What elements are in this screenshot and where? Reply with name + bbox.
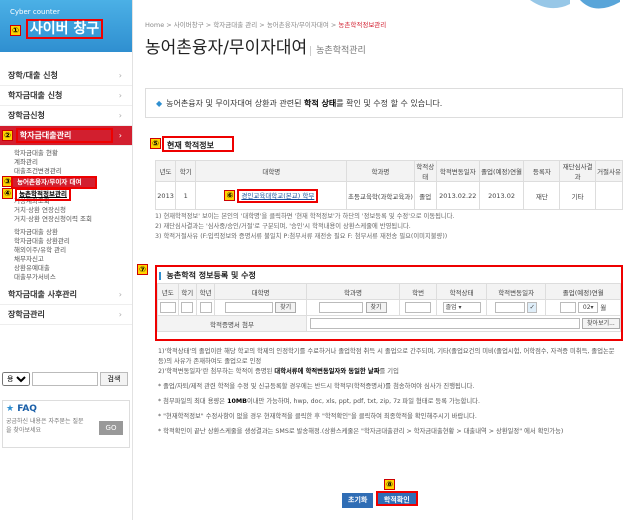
submenu-item[interactable]: 거치·상환 연장신청이력 조회 xyxy=(14,215,132,224)
search-button[interactable]: 검색 xyxy=(100,372,128,386)
registration-section: 농촌학적 정보등록 및 수정 년도 학기 학년 대학명 학과명 학번 학적상태 … xyxy=(155,265,623,341)
confirm-academic-button[interactable]: 학적확인 xyxy=(375,491,418,506)
note-line: * 학적확인이 끝난 상환스케줄을 생성결과는 SMS로 발송해정.(상환스케줄… xyxy=(158,428,564,435)
term-search: 용어 검색 xyxy=(2,372,130,388)
grade-input[interactable] xyxy=(199,302,212,313)
sidebar: Cyber counter ① 사이버 창구 장학/대출 신청 › 학자금대출 신… xyxy=(0,0,133,520)
brand-banner: Cyber counter ① 사이버 창구 xyxy=(0,0,132,52)
submenu-item[interactable]: 학자금대출 상환 xyxy=(14,228,132,237)
chevron-down-icon: ▾ xyxy=(458,304,462,311)
star-icon: ★ xyxy=(6,404,15,414)
breadcrumb-item[interactable]: Home xyxy=(145,21,164,29)
submenu-item[interactable]: 거치·상환 연장신청 xyxy=(14,206,132,215)
faq-go-button[interactable]: GO xyxy=(99,421,123,435)
marker-5: ⑤ xyxy=(150,138,161,149)
note-line: * 졸업/자퇴/제적 관련 학적을 수정 및 신규등록할 경우에는 반드시 학적… xyxy=(158,383,475,390)
brand-title: ① 사이버 창구 xyxy=(10,18,122,39)
breadcrumb: Home > 사이버창구 > 학자금대출 관리 > 농어촌융자/무이자대여 > … xyxy=(145,21,387,29)
current-info-table: 년도 학기 대학명 학과명 학적상태 학적변동일자 졸업(예정)연월 등록자 재… xyxy=(154,160,623,210)
page-subtitle: 농촌학적관리 xyxy=(310,46,366,56)
university-link[interactable]: 경인교육대학교(본교) 학부 xyxy=(237,189,319,203)
nav-post-loan[interactable]: 학자금대출 사후관리 › xyxy=(0,285,132,305)
table-row[interactable]: 2013 1 ⑥ 경인교육대학교(본교) 학부 초등교육학(과학교육과) 졸업 … xyxy=(154,181,623,210)
faq-title: ★ FAQ xyxy=(6,404,37,414)
nav-loan-manage[interactable]: ② 학자금대출관리 › xyxy=(0,126,132,146)
marker-6: ⑥ xyxy=(224,190,236,201)
submenu-item[interactable]: 상환유예대출 xyxy=(14,264,132,273)
guide-box: ◆ 농어촌융자 및 무이자대여 상환과 관련된 학적 상태를 확인 및 수정 할 … xyxy=(145,88,623,118)
submenu-item[interactable]: 학자금대출 현황 xyxy=(14,149,132,158)
grad-month-select[interactable]: 02▾ xyxy=(578,302,599,314)
department-input[interactable] xyxy=(319,302,364,313)
nav-scholarship[interactable]: 장학금신청 › xyxy=(0,106,132,126)
note-line: 2)'학적변동일자'란 첨부하는 학적이 증명된 대학서류에 학적변동일자와 동… xyxy=(158,368,399,375)
chevron-right-icon: › xyxy=(118,111,122,120)
chevron-right-icon: › xyxy=(118,91,122,100)
grad-year-input[interactable] xyxy=(560,302,577,314)
brand-subtitle: Cyber counter xyxy=(10,8,60,16)
submenu-row-rural-info: ④ 농촌학적정보관리 xyxy=(2,188,132,201)
note-line: * 첨부파일의 최대 용량은 10MB이내만 가능하며, hwp, doc, x… xyxy=(158,398,480,405)
breadcrumb-item[interactable]: 학자금대출 관리 xyxy=(213,21,257,29)
semester-input[interactable] xyxy=(181,302,194,313)
nav-scholarship-manage[interactable]: 장학금관리 › xyxy=(0,305,132,325)
browse-button[interactable]: 찾아보기... xyxy=(582,318,620,329)
calendar-check-icon[interactable]: ✓ xyxy=(527,302,538,313)
change-date-input[interactable] xyxy=(495,302,526,313)
marker-7: ⑦ xyxy=(137,264,148,275)
note-line: * "현재학적정보" 수정사항이 없을 경우 현재학적을 클릭한 후 "학적확인… xyxy=(158,413,477,420)
marker-4: ④ xyxy=(2,188,13,199)
submenu-item[interactable]: 해외이주/유학 관리 xyxy=(14,246,132,255)
university-search-button[interactable]: 찾기 xyxy=(275,302,297,313)
submenu: 학자금대출 현황 계좌관리 대출조건변경관리 ③ 농어촌융자/무이자 대여 ④ … xyxy=(0,146,132,285)
chevron-right-icon: › xyxy=(118,310,122,319)
attach-file-input[interactable] xyxy=(309,318,580,329)
header-decoration xyxy=(530,0,620,9)
registration-title: 농촌학적 정보등록 및 수정 xyxy=(157,267,621,283)
submenu-item[interactable]: 학자금대출 상환관리 xyxy=(14,237,132,246)
note-line: 1)'학적상태'의 졸업이란 해당 학교의 학제의 인정학기를 수료하거나 졸업… xyxy=(158,348,615,365)
submenu-item[interactable]: 계좌관리 xyxy=(14,158,132,167)
chevron-right-icon: › xyxy=(118,71,122,80)
reset-button[interactable]: 초기화 xyxy=(342,493,374,508)
current-info-title: 현재 학적정보 xyxy=(162,136,234,152)
submenu-item[interactable]: 채무자신고 xyxy=(14,255,132,264)
current-info-notes: 1) 현재학적정보' 보이는 본인의 '대학명'을 클릭하면 '현재 학적정보'… xyxy=(155,213,455,240)
university-input[interactable] xyxy=(225,302,274,313)
department-search-button[interactable]: 찾기 xyxy=(365,302,387,313)
student-id-input[interactable] xyxy=(405,302,432,313)
chevron-right-icon: › xyxy=(118,131,122,140)
faq-desc: 궁금하신 내용은 자주묻는 질문을 찾아보세요 xyxy=(6,418,84,434)
marker-2: ② xyxy=(2,130,13,141)
search-input[interactable] xyxy=(32,372,98,386)
attach-label: 학적증명서 첨부 xyxy=(157,315,307,332)
submenu-item[interactable]: 대출조건변경관리 xyxy=(14,167,132,176)
submenu-item-rural-academic[interactable]: 농촌학적정보관리 xyxy=(15,188,71,201)
submenu-item[interactable]: 대출부가서비스 xyxy=(14,273,132,282)
footer-buttons: 초기화 학적확인 xyxy=(342,491,418,508)
nav-scholarship-apply[interactable]: 장학/대출 신청 › xyxy=(0,66,132,86)
breadcrumb-current: 농촌학적정보관리 xyxy=(338,21,387,29)
nav-loan-apply[interactable]: 학자금대출 신청 › xyxy=(0,86,132,106)
breadcrumb-item[interactable]: 농어촌융자/무이자대여 xyxy=(267,21,329,29)
chevron-right-icon: › xyxy=(118,290,122,299)
submenu-row-rural: ③ 농어촌융자/무이자 대여 xyxy=(2,176,132,189)
brand-title-text: 사이버 창구 xyxy=(25,19,104,39)
marker-1: ① xyxy=(10,25,21,36)
faq-box: ★ FAQ 궁금하신 내용은 자주묻는 질문을 찾아보세요 GO xyxy=(2,400,130,448)
search-type-select[interactable]: 용어 xyxy=(2,372,30,386)
diamond-icon: ◆ xyxy=(156,99,163,108)
marker-8: ⑧ xyxy=(384,479,395,490)
status-select[interactable]: 졸업 ▾ xyxy=(442,302,481,313)
page-title: 농어촌융자/무이자대여 농촌학적관리 xyxy=(145,38,366,58)
registration-notes: 1)'학적상태'의 졸업이란 해당 학교의 학제의 인정학기를 수료하거나 졸업… xyxy=(158,347,623,437)
year-input[interactable] xyxy=(159,302,176,313)
breadcrumb-item[interactable]: 사이버창구 xyxy=(174,21,204,29)
